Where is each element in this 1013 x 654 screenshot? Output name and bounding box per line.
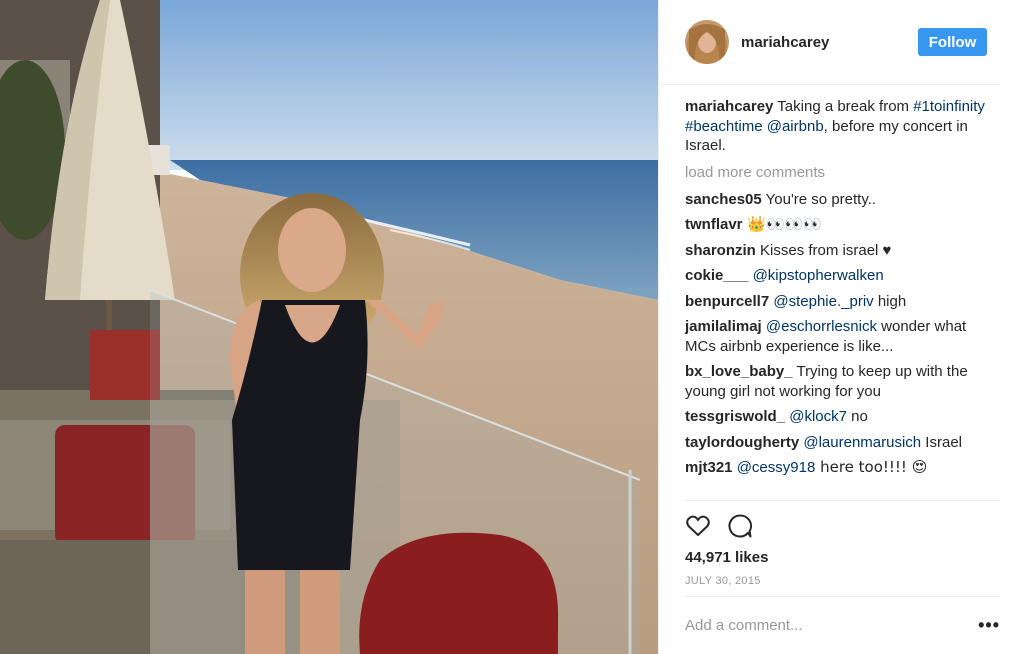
mention-link[interactable]: @cessy918 — [737, 459, 816, 476]
post-side-panel: mariahcarey Follow mariahcarey Taking a … — [658, 0, 1013, 654]
ellipsis-icon[interactable]: ••• — [978, 615, 1000, 636]
post-photo[interactable] — [0, 0, 658, 654]
hashtag-link[interactable]: #beachtime — [685, 118, 763, 135]
beach-photo-image — [0, 0, 658, 654]
comment-username[interactable]: cokie___ — [685, 267, 748, 284]
comment-text: high — [873, 292, 907, 310]
list-item: jamilalimaj @eschorrlesnick wonder what … — [685, 317, 1000, 356]
hashtag-link[interactable]: #1toinfinity — [913, 98, 985, 115]
list-item: tessgriswold_ @klock7 no — [685, 407, 1000, 427]
comment-username[interactable]: sharonzin — [685, 242, 756, 259]
mention-link[interactable]: @klock7 — [789, 408, 847, 425]
list-item: mjt321 @cessy918 here too!!!! 😍 — [685, 458, 1000, 478]
post-actions: 44,971 likes JULY 30, 2015 — [685, 500, 1000, 587]
speech-bubble-icon[interactable] — [727, 513, 753, 539]
comment-username[interactable]: bx_love_baby_ — [685, 363, 793, 380]
add-comment-input[interactable] — [685, 617, 979, 634]
header-username[interactable]: mariahcarey — [741, 34, 829, 51]
comment-username[interactable]: twnflavr — [685, 216, 743, 233]
mention-link[interactable]: @airbnb — [767, 118, 824, 135]
follow-button[interactable]: Follow — [918, 28, 987, 56]
comment-text: no — [846, 408, 868, 425]
avatar-image — [685, 20, 729, 64]
list-item: sanches05 You're so pretty.. — [685, 190, 1000, 210]
mention-link[interactable]: @eschorrlesnick — [766, 318, 877, 335]
comment-text: 👑👀👀👀 — [742, 215, 822, 233]
list-item: benpurcell7 @stephie._priv high — [685, 292, 1000, 312]
comment-text: Israel — [921, 433, 962, 451]
load-more-comments-link[interactable]: load more comments — [685, 164, 1000, 181]
action-icons — [685, 513, 1000, 539]
comment-username[interactable]: taylordougherty — [685, 434, 799, 451]
list-item: taylordougherty @laurenmarusich Israel — [685, 433, 1000, 453]
comment-text: Kisses from israel ♥ — [755, 241, 892, 259]
caption-username[interactable]: mariahcarey — [685, 98, 773, 115]
comment-username[interactable]: tessgriswold_ — [685, 408, 785, 425]
likes-count[interactable]: 44,971 likes — [685, 549, 1000, 566]
mention-link[interactable]: @kipstopherwalken — [753, 267, 884, 284]
avatar[interactable] — [685, 20, 729, 64]
comment-text: You're so pretty.. — [761, 190, 877, 208]
heart-outline-icon[interactable] — [685, 513, 711, 539]
comment-username[interactable]: sanches05 — [685, 191, 762, 208]
mention-link[interactable]: @laurenmarusich — [803, 434, 921, 451]
instagram-post: mariahcarey Follow mariahcarey Taking a … — [0, 0, 1013, 654]
caption-text: Taking a break from — [773, 98, 914, 115]
post-header: mariahcarey Follow — [659, 0, 1000, 85]
mention-link[interactable]: @stephie._priv — [773, 293, 873, 310]
comment-username[interactable]: jamilalimaj — [685, 318, 762, 335]
comment-username[interactable]: benpurcell7 — [685, 293, 769, 310]
list-item: sharonzin Kisses from israel ♥ — [685, 241, 1000, 261]
comment-username[interactable]: mjt321 — [685, 459, 733, 476]
add-comment-bar: ••• — [685, 596, 1000, 654]
comments-list: mariahcarey Taking a break from #1toinfi… — [659, 85, 1013, 500]
list-item: bx_love_baby_ Trying to keep up with the… — [685, 362, 1000, 401]
post-date: JULY 30, 2015 — [685, 575, 761, 587]
list-item: twnflavr 👑👀👀👀 — [685, 215, 1000, 235]
comment-text: here too!!!! 😍 — [815, 458, 928, 476]
list-item: cokie___ @kipstopherwalken — [685, 266, 1000, 286]
caption: mariahcarey Taking a break from #1toinfi… — [685, 97, 1000, 156]
